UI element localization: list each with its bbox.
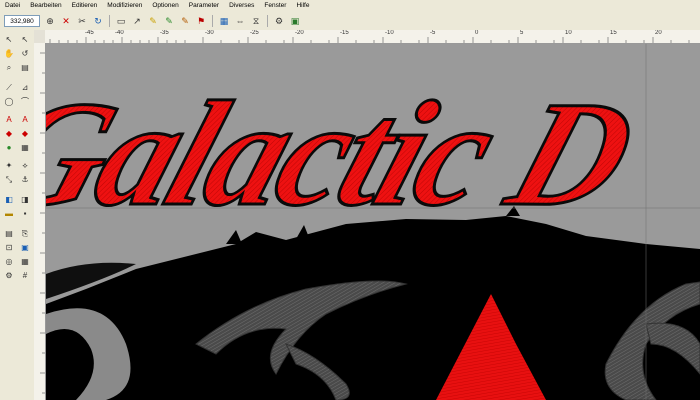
target-icon[interactable]: ⊕ <box>44 15 56 27</box>
grid-icon[interactable]: # <box>19 270 31 282</box>
script-text-galactic: Galactic D <box>46 70 652 239</box>
zoom-icon[interactable]: ⌕ <box>3 62 15 74</box>
circle-icon[interactable]: ◯ <box>3 96 15 108</box>
text-icon[interactable]: A <box>3 114 15 126</box>
menu-modifizieren[interactable]: Modifizieren <box>102 0 147 12</box>
menu-datei[interactable]: Datei <box>0 0 25 12</box>
horizontal-ruler: -45 -40 -35 -30 -25 -20 -15 -10 -5 0 5 1… <box>45 30 700 44</box>
grid-icon[interactable]: ▦ <box>218 15 230 27</box>
menu-bearbeiten[interactable]: Bearbeiten <box>25 0 66 12</box>
flag-icon[interactable]: ⚑ <box>195 15 207 27</box>
toolbar-separator <box>267 15 268 27</box>
arrow-icon[interactable]: ↗ <box>131 15 143 27</box>
cut-icon[interactable]: ✂ <box>76 15 88 27</box>
cursor-icon[interactable]: ↖ <box>3 34 15 46</box>
layers-icon[interactable]: ◧ <box>3 194 15 206</box>
anchor-icon[interactable]: ⚓ <box>19 174 31 186</box>
node-icon[interactable]: ⟡ <box>19 160 31 172</box>
refresh-icon[interactable]: ↻ <box>92 15 104 27</box>
embroidery-design: Galactic D <box>46 44 700 400</box>
main-toolbar: 332,980 ⊕ ✕ ✂ ↻ ▭ ↗ ✎ ✎ ✎ ⚑ ▦ ⇔ ⧖ ⚙ ▣ <box>0 12 700 31</box>
color-icon[interactable]: ● <box>3 142 15 154</box>
vertical-ruler-ticks <box>40 52 45 394</box>
coordinate-display: 332,980 <box>4 15 40 27</box>
toolbar-separator <box>109 15 110 27</box>
lock-icon[interactable]: ⊡ <box>3 242 15 254</box>
galactic-text: Galactic D <box>46 71 650 237</box>
rectangle-icon[interactable]: ▭ <box>115 15 127 27</box>
vertical-ruler <box>34 43 46 400</box>
pencil-icon[interactable]: ✎ <box>147 15 159 27</box>
menu-diverses[interactable]: Diverses <box>224 0 259 12</box>
mirror-icon[interactable]: ◨ <box>19 194 31 206</box>
measure-icon[interactable]: ⊿ <box>19 82 31 94</box>
image-icon[interactable]: ▣ <box>19 242 31 254</box>
brush-icon[interactable]: ✎ <box>163 15 175 27</box>
hand-icon[interactable]: ✋ <box>3 48 15 60</box>
menu-parameter[interactable]: Parameter <box>184 0 224 12</box>
left-toolbox: ↖ ↖ ✋ ↺ ⌕ ▤ ⟋ ⊿ ◯ ⌒ A A ◆ ◆ ● ▦ ✦ ⟡ ⤡ ⚓ … <box>0 30 35 400</box>
machine-icon[interactable]: ⚙ <box>273 15 285 27</box>
hoop-icon[interactable]: ◎ <box>3 256 15 268</box>
black-banner-shape <box>46 216 700 400</box>
delete-icon[interactable]: ✕ <box>60 15 72 27</box>
ruler-ticks <box>49 37 690 43</box>
arc-icon[interactable]: ⌒ <box>19 96 31 108</box>
settings-icon[interactable]: ⚙ <box>3 270 15 282</box>
line-icon[interactable]: ⟋ <box>3 82 15 94</box>
menu-editieren[interactable]: Editieren <box>67 0 103 12</box>
object-icon[interactable]: ▪ <box>19 208 31 220</box>
fill-icon[interactable]: ◆ <box>3 128 15 140</box>
design-canvas[interactable]: Galactic D <box>46 44 700 400</box>
save-icon[interactable]: ▤ <box>3 228 15 240</box>
palette-icon[interactable]: ▦ <box>19 142 31 154</box>
toolbar-separator <box>212 15 213 27</box>
export-icon[interactable]: ⎘ <box>19 228 31 240</box>
grid-small-icon[interactable]: ▦ <box>19 256 31 268</box>
menu-hilfe[interactable]: Hilfe <box>291 0 314 12</box>
menu-fenster[interactable]: Fenster <box>259 0 291 12</box>
wand-icon[interactable]: ✦ <box>3 160 15 172</box>
transform-icon[interactable]: ⧖ <box>250 15 262 27</box>
letter-icon[interactable]: A <box>19 114 31 126</box>
chart-icon[interactable]: ▤ <box>19 62 31 74</box>
monitor-icon[interactable]: ▣ <box>289 15 301 27</box>
folder-icon[interactable]: ▬ <box>3 208 15 220</box>
path-icon[interactable]: ⤡ <box>3 174 15 186</box>
menu-optionen[interactable]: Optionen <box>147 0 183 12</box>
stitch-icon[interactable]: ◆ <box>19 128 31 140</box>
node-edit-icon[interactable]: ↖ <box>19 34 31 46</box>
pen-icon[interactable]: ✎ <box>179 15 191 27</box>
rotate-icon[interactable]: ↺ <box>19 48 31 60</box>
flip-icon[interactable]: ⇔ <box>234 15 246 27</box>
